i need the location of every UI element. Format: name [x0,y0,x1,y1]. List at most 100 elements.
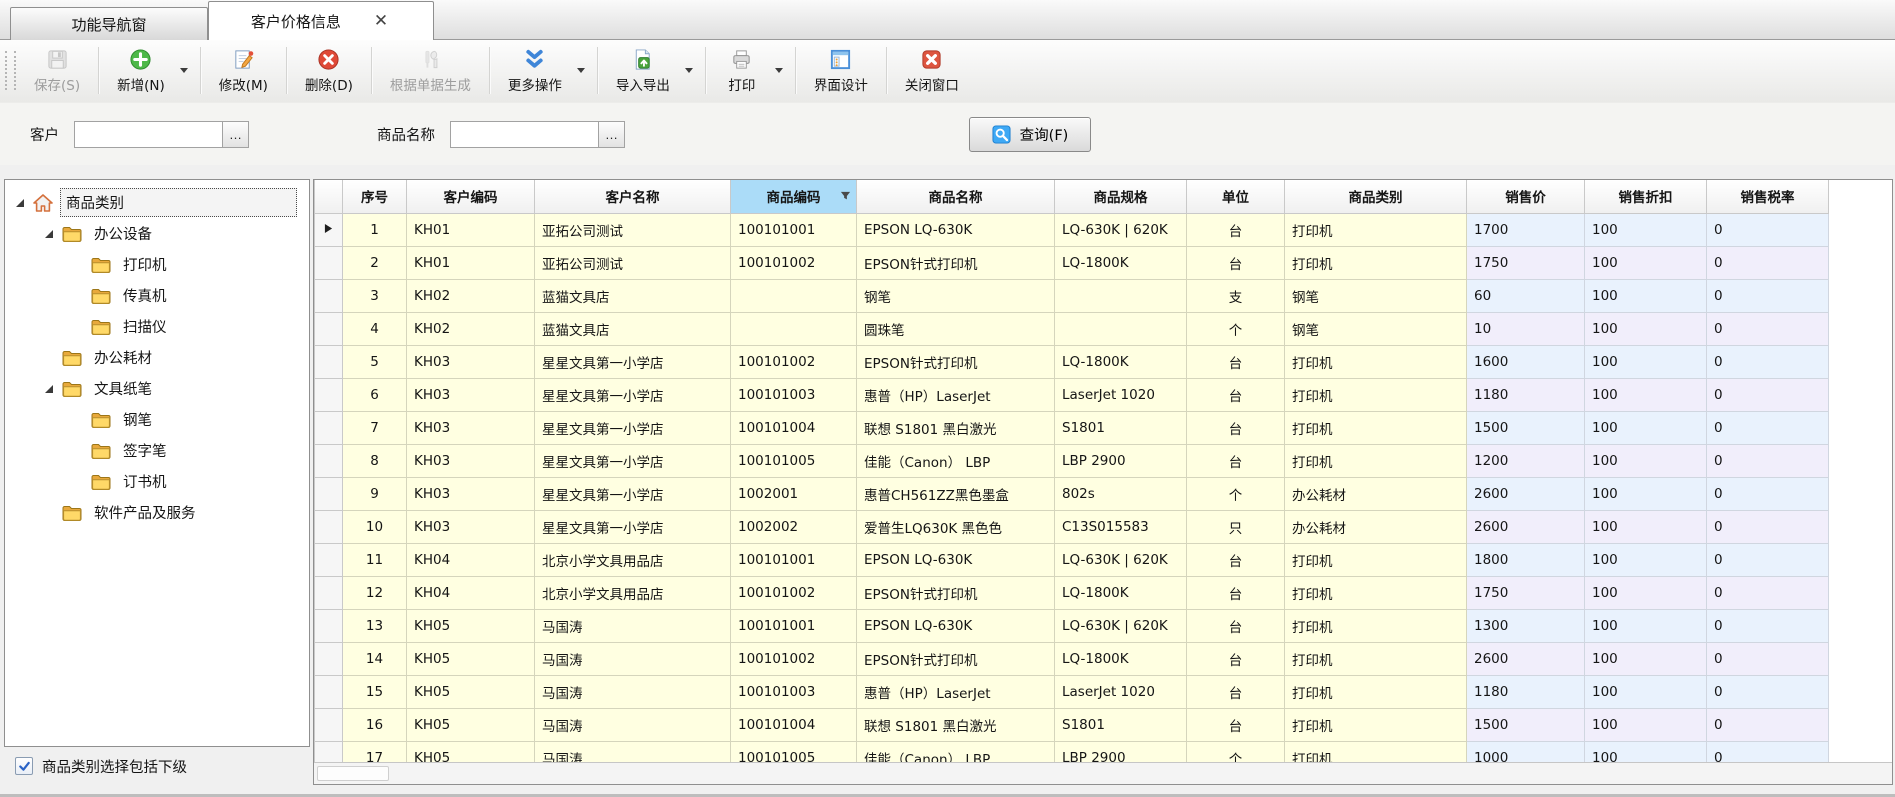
cell[interactable]: 办公耗材 [1285,477,1467,510]
cell[interactable]: 1700 [1467,213,1585,246]
cell[interactable]: C13S015583 [1055,510,1187,543]
cell[interactable]: 惠普（HP）LaserJet [857,675,1055,708]
cell[interactable]: 打印机 [1285,378,1467,411]
cell[interactable]: 0 [1707,609,1829,642]
cell[interactable]: 打印机 [1285,642,1467,675]
cell[interactable]: 亚拓公司测试 [535,246,731,279]
cell[interactable]: 100 [1585,213,1707,246]
tree-item-4[interactable]: 传真机 [5,280,309,311]
cell[interactable]: KH03 [407,510,535,543]
cell[interactable]: 1600 [1467,345,1585,378]
cell[interactable]: 个 [1187,741,1285,762]
toolbar-button-8[interactable]: 打印 [709,43,775,98]
cell[interactable]: 联想 S1801 黑白激光 [857,411,1055,444]
cell[interactable]: 100 [1585,345,1707,378]
cell[interactable]: 打印机 [1285,741,1467,762]
cell[interactable]: 7 [343,411,407,444]
cell[interactable]: KH01 [407,246,535,279]
column-header-9[interactable]: 销售价 [1467,180,1585,213]
column-header-8[interactable]: 商品类别 [1285,180,1467,213]
cell[interactable]: 蓝猫文具店 [535,312,731,345]
dropdown-caret-button[interactable] [685,43,702,98]
cell[interactable]: 802s [1055,477,1187,510]
cell[interactable]: 1000 [1467,741,1585,762]
cell[interactable]: EPSON LQ-630K [857,213,1055,246]
cell[interactable]: 1750 [1467,576,1585,609]
cell[interactable]: 1500 [1467,411,1585,444]
cell[interactable]: 钢笔 [1285,312,1467,345]
cell[interactable]: 台 [1187,675,1285,708]
cell[interactable]: 1500 [1467,708,1585,741]
cell[interactable]: 台 [1187,576,1285,609]
cell[interactable]: 0 [1707,345,1829,378]
cell[interactable]: 100101001 [731,609,857,642]
cell[interactable]: 打印机 [1285,576,1467,609]
cell[interactable]: 钢笔 [1285,279,1467,312]
cell[interactable]: KH05 [407,675,535,708]
cell[interactable]: 星星文具第一小学店 [535,378,731,411]
cell[interactable]: KH01 [407,213,535,246]
cell[interactable]: 惠普（HP）LaserJet [857,378,1055,411]
cell[interactable]: 0 [1707,675,1829,708]
cell[interactable]: 100101002 [731,642,857,675]
cell[interactable]: KH02 [407,312,535,345]
cell[interactable]: 1 [343,213,407,246]
cell[interactable]: 台 [1187,708,1285,741]
cell[interactable]: LaserJet 1020 [1055,675,1187,708]
cell[interactable]: 圆珠笔 [857,312,1055,345]
cell[interactable]: 台 [1187,543,1285,576]
cell[interactable]: 1180 [1467,378,1585,411]
cell[interactable]: 100 [1585,708,1707,741]
cell[interactable]: 4 [343,312,407,345]
tree-item-1[interactable]: 商品类别 [5,187,309,218]
toolbar-button-10[interactable]: 关闭窗口 [890,43,974,98]
cell[interactable]: 6 [343,378,407,411]
dropdown-caret-button[interactable] [577,43,594,98]
cell[interactable]: 2600 [1467,477,1585,510]
cell[interactable]: 100101002 [731,576,857,609]
cell[interactable]: 10 [1467,312,1585,345]
cell[interactable]: 1200 [1467,444,1585,477]
cell[interactable]: 亚拓公司测试 [535,213,731,246]
include-sub-checkbox-row[interactable]: 商品类别选择包括下级 [4,747,310,785]
cell[interactable]: 打印机 [1285,675,1467,708]
cell[interactable]: 0 [1707,246,1829,279]
cell[interactable]: 北京小学文具用品店 [535,543,731,576]
cell[interactable]: 100101004 [731,708,857,741]
cell[interactable]: 星星文具第一小学店 [535,411,731,444]
column-header-4[interactable]: 商品编码 [731,180,857,213]
tree-item-10[interactable]: 订书机 [5,466,309,497]
checkbox-checked-icon[interactable] [15,757,33,775]
tree-item-5[interactable]: 扫描仪 [5,311,309,342]
cell[interactable]: 0 [1707,444,1829,477]
tree-item-9[interactable]: 签字笔 [5,435,309,466]
cell[interactable]: 打印机 [1285,444,1467,477]
cell[interactable]: 100101005 [731,741,857,762]
cell[interactable]: 100 [1585,411,1707,444]
cell[interactable]: 惠普CH561ZZ黑色墨盒 [857,477,1055,510]
cell[interactable]: KH02 [407,279,535,312]
tree-item-8[interactable]: 钢笔 [5,404,309,435]
cell[interactable]: 星星文具第一小学店 [535,345,731,378]
cell[interactable]: S1801 [1055,411,1187,444]
cell[interactable]: 0 [1707,378,1829,411]
cell[interactable]: KH04 [407,576,535,609]
cell[interactable]: 0 [1707,411,1829,444]
cell[interactable]: 13 [343,609,407,642]
cell[interactable]: 100101005 [731,444,857,477]
cell[interactable]: 蓝猫文具店 [535,279,731,312]
cell[interactable]: 100 [1585,642,1707,675]
cell[interactable]: 14 [343,642,407,675]
cell[interactable]: 0 [1707,642,1829,675]
cell[interactable]: 3 [343,279,407,312]
cell[interactable]: LQ-630K | 620K [1055,543,1187,576]
cell[interactable]: 支 [1187,279,1285,312]
cell[interactable]: 打印机 [1285,411,1467,444]
cell[interactable]: 17 [343,741,407,762]
customer-input[interactable] [74,121,222,148]
cell[interactable]: LBP 2900 [1055,444,1187,477]
cell[interactable]: LQ-1800K [1055,246,1187,279]
cell[interactable]: 10 [343,510,407,543]
cell[interactable]: 100 [1585,543,1707,576]
cell[interactable]: 0 [1707,312,1829,345]
